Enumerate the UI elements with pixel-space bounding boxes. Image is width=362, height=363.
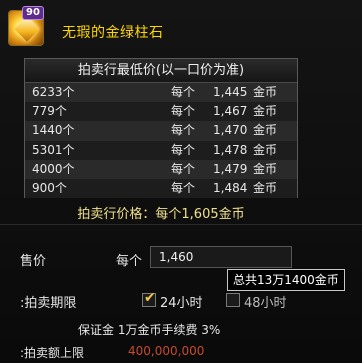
table-row[interactable]: 1440个 每个 1,470 金币	[25, 121, 297, 141]
row-quantity: 6233个	[32, 85, 75, 99]
auction-price-summary: 拍卖行价格：每个1,605金币	[77, 207, 245, 222]
period-24h-checkbox[interactable]: ✔	[142, 290, 156, 307]
total-price-tooltip: 总共13万1400金币	[227, 269, 345, 291]
period-24h-label[interactable]: 24小时	[160, 292, 203, 311]
row-per-label: 每个	[171, 180, 196, 195]
lowest-price-header: 拍卖行最低价(以一口价为准)	[25, 59, 297, 83]
gem-shape-icon	[14, 16, 40, 42]
row-quantity: 1440个	[32, 123, 75, 138]
table-row[interactable]: 4000个 每个 1,479 金币	[25, 159, 297, 179]
row-price: 1,479	[213, 161, 248, 176]
row-quantity: 5301个	[32, 142, 75, 157]
item-name: 无瑕的金绿柱石	[62, 25, 164, 41]
row-quantity: 779个	[32, 104, 67, 119]
sell-price-label: 售价	[20, 254, 47, 269]
row-unit: 金币	[253, 104, 278, 119]
table-row[interactable]: 6233个 每个 1,445 金币	[25, 83, 297, 103]
row-price: 1,467	[213, 104, 248, 119]
price-rows: 6233个 每个 1,445 金币 779个 每个 1,467 金币 1440个…	[25, 83, 297, 199]
period-48h-checkbox[interactable]	[226, 293, 240, 307]
table-row[interactable]: 5301个 每个 1,478 金币	[25, 140, 297, 160]
row-unit: 金币	[253, 180, 278, 195]
period-48h-label[interactable]: 48小时	[244, 292, 287, 311]
table-row[interactable]: 900个 每个 1,484 金币	[25, 178, 297, 199]
per-unit-label: 每个	[116, 254, 143, 269]
row-unit: 金币	[253, 123, 278, 138]
row-unit: 金币	[253, 142, 278, 157]
row-price: 1,478	[213, 142, 248, 157]
table-row[interactable]: 779个 每个 1,467 金币	[25, 102, 297, 122]
checkmark-icon: ✔	[144, 290, 156, 306]
row-per-label: 每个	[171, 123, 196, 138]
row-per-label: 每个	[171, 142, 196, 157]
lowest-price-table: 拍卖行最低价(以一口价为准) 6233个 每个 1,445 金币 779个 每个…	[24, 58, 298, 199]
deposit-fee-text: 保证金 1万金币手续费 3%	[78, 323, 221, 337]
auction-period-label: :拍卖期限	[20, 296, 77, 311]
row-quantity: 900个	[32, 180, 67, 195]
divider	[0, 224, 362, 225]
row-price: 1,470	[213, 123, 248, 138]
auction-limit-value: 400,000,000	[128, 344, 205, 358]
auction-sell-panel: 90 无瑕的金绿柱石 拍卖行最低价(以一口价为准) 6233个 每个 1,445…	[0, 0, 362, 363]
item-level-badge: 90	[22, 6, 44, 20]
row-price: 1,484	[213, 180, 248, 195]
sell-price-input[interactable]: 1,460	[150, 246, 292, 268]
auction-limit-label: :拍卖额上限	[20, 346, 85, 360]
row-price: 1,445	[213, 85, 248, 99]
row-unit: 金币	[253, 85, 278, 99]
row-quantity: 4000个	[32, 161, 75, 176]
row-unit: 金币	[253, 161, 278, 176]
row-per-label: 每个	[171, 104, 196, 119]
row-per-label: 每个	[171, 161, 196, 176]
row-per-label: 每个	[171, 85, 196, 99]
